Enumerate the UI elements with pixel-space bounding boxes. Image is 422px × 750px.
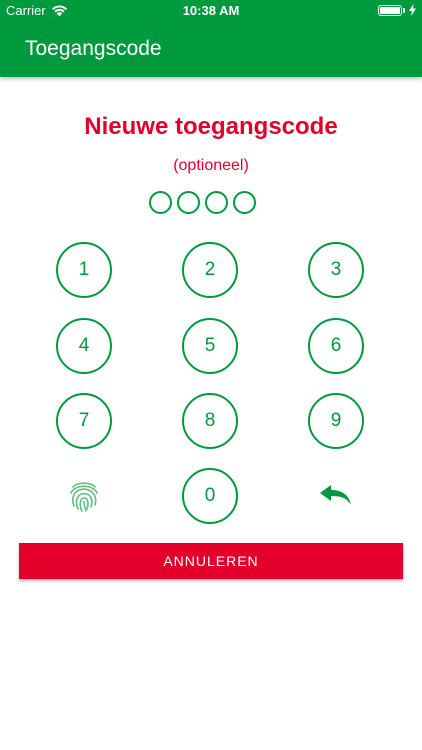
status-time: 10:38 AM [182,3,240,18]
key-4[interactable]: 4 [56,318,112,374]
cancel-button-label: ANNULEREN [163,553,259,569]
cancel-button[interactable]: ANNULEREN [19,543,403,579]
undo-button[interactable] [308,468,364,524]
pin-dot [205,191,228,214]
key-8[interactable]: 8 [182,393,238,449]
battery-icon [378,4,402,16]
pin-dot [233,191,256,214]
passcode-screen: Carrier 10:38 AM Toegangscode Nieuwe toe… [0,0,422,750]
key-3[interactable]: 3 [308,242,364,298]
key-1[interactable]: 1 [56,242,112,298]
app-bar-title: Toegangscode [25,37,162,60]
battery-cap [403,7,405,13]
pin-dot [149,191,172,214]
key-5[interactable]: 5 [182,318,238,374]
status-right [378,4,416,16]
key-0[interactable]: 0 [182,468,238,524]
fingerprint-icon [70,482,98,512]
page-title: Nieuwe toegangscode [84,113,338,140]
app-bar: Toegangscode [0,22,422,77]
key-9[interactable]: 9 [308,393,364,449]
page-subtitle: (optioneel) [173,157,249,174]
status-bar: Carrier 10:38 AM [0,0,422,22]
key-7[interactable]: 7 [56,393,112,449]
pin-indicator [149,191,256,214]
key-6[interactable]: 6 [308,318,364,374]
bolt-icon [409,4,416,16]
key-2[interactable]: 2 [182,242,238,298]
undo-icon [320,485,351,505]
fingerprint-button[interactable] [56,468,112,524]
pin-dot [177,191,200,214]
